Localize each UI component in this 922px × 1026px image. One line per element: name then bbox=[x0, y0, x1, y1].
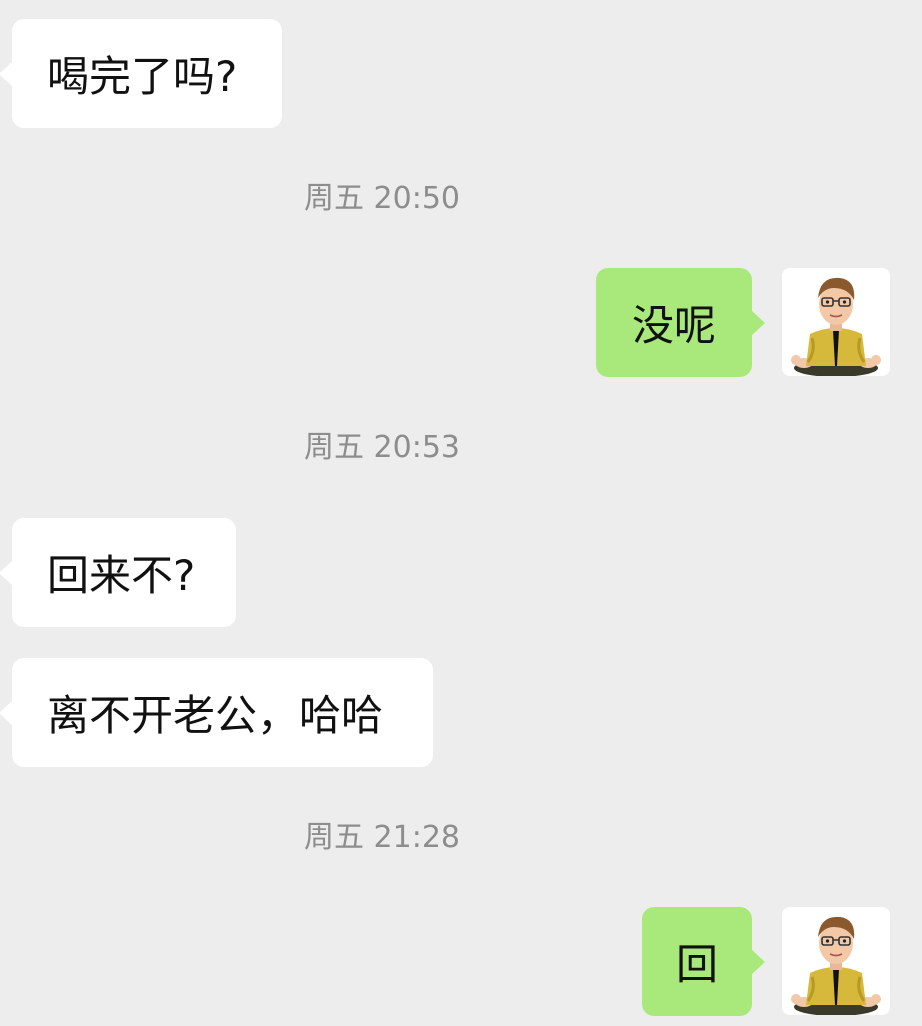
outgoing-message-bubble[interactable]: 回 bbox=[642, 907, 765, 1016]
message-text: 回 bbox=[675, 940, 718, 989]
message-timestamp: 周五 21:28 bbox=[304, 820, 460, 855]
avatar-icon bbox=[782, 907, 890, 1015]
incoming-message-bubble[interactable]: 回来不? bbox=[0, 518, 236, 627]
message-text: 没呢 bbox=[631, 301, 716, 350]
outgoing-message-bubble[interactable]: 没呢 bbox=[596, 268, 765, 377]
message-text: 离不开老公，哈哈 bbox=[47, 691, 384, 740]
avatar-self[interactable] bbox=[782, 907, 890, 1015]
message-timestamp: 周五 20:53 bbox=[304, 430, 460, 465]
incoming-message-bubble[interactable]: 离不开老公，哈哈 bbox=[0, 658, 433, 767]
incoming-message-bubble[interactable]: 喝完了吗? bbox=[0, 19, 282, 128]
message-text: 喝完了吗? bbox=[47, 52, 238, 101]
avatar-self[interactable] bbox=[782, 268, 890, 376]
message-timestamp: 周五 20:50 bbox=[304, 181, 460, 216]
avatar-icon bbox=[782, 268, 890, 376]
message-text: 回来不? bbox=[47, 551, 196, 600]
